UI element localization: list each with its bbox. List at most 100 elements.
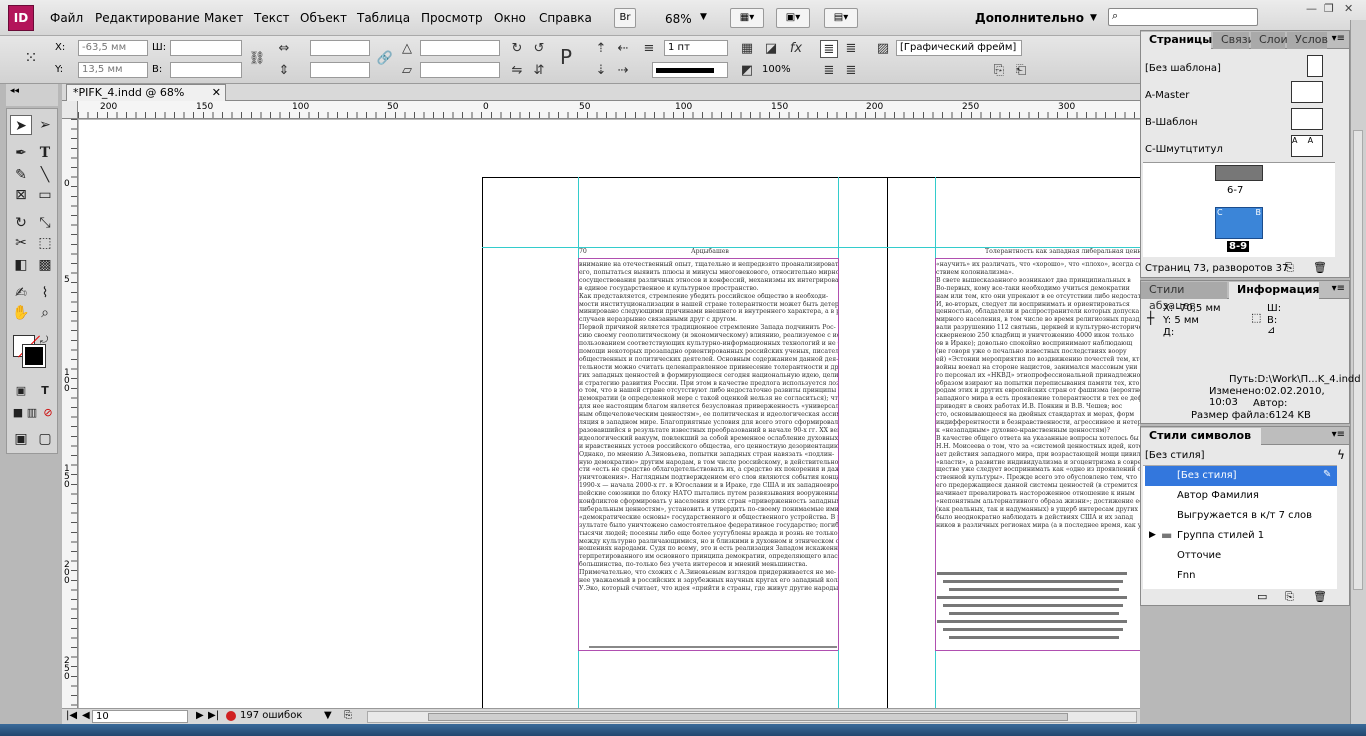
- bridge-button[interactable]: Br: [614, 8, 636, 28]
- screen-mode-icon[interactable]: ▣▾: [776, 8, 810, 28]
- menu-edit[interactable]: Редактирование: [95, 11, 200, 25]
- style-edit-icon[interactable]: ✎: [1323, 469, 1331, 480]
- direct-selection-tool-icon[interactable]: ➢: [34, 115, 56, 135]
- menu-window[interactable]: Окно: [494, 11, 526, 25]
- rotate-cw-icon[interactable]: ↻: [508, 40, 526, 58]
- type-tool-icon[interactable]: T: [34, 143, 56, 163]
- menu-layout[interactable]: Макет: [204, 11, 243, 25]
- horizontal-ruler[interactable]: 200 150 100 50 0 50 100 150 200 250 300: [78, 101, 1140, 119]
- scale-tool-icon[interactable]: ⤡: [34, 213, 56, 233]
- master-a[interactable]: A-Master: [1145, 90, 1189, 101]
- horizontal-scrollbar[interactable]: [367, 711, 1137, 723]
- master-none[interactable]: [Без шаблона]: [1145, 63, 1221, 74]
- rectangle-frame-tool-icon[interactable]: ⊠: [10, 185, 32, 205]
- stroke-type-select[interactable]: [652, 62, 728, 78]
- preflight-errors[interactable]: 197 ошибок: [240, 710, 302, 721]
- stroke-weight-field[interactable]: 1 пт: [664, 40, 728, 56]
- zoom-level[interactable]: 68%: [665, 12, 692, 26]
- tab-conditions[interactable]: Услов: [1287, 32, 1328, 49]
- eyedropper-tool-icon[interactable]: ⌇: [34, 283, 56, 303]
- free-transform-tool-icon[interactable]: ⬚: [34, 233, 56, 253]
- apply-none-icon[interactable]: ⊘: [37, 403, 59, 423]
- rotate-tool-icon[interactable]: ↻: [10, 213, 32, 233]
- tab-character-styles[interactable]: Стили символов: [1141, 428, 1261, 445]
- style-group-1[interactable]: Группа стилей 1: [1145, 526, 1337, 546]
- master-c[interactable]: C-Шмутцтитул: [1145, 144, 1223, 155]
- constrain-scale-icon[interactable]: 🔗: [376, 50, 394, 68]
- workspace-switcher[interactable]: Дополнительно: [975, 11, 1084, 25]
- style-item-author[interactable]: Автор Фамилия: [1145, 486, 1337, 506]
- select-previous-icon[interactable]: ⇠: [614, 40, 632, 58]
- first-page-icon[interactable]: |◀: [66, 710, 77, 721]
- wrap-jump-icon[interactable]: ≣: [842, 62, 860, 80]
- tab-info[interactable]: Информация: [1229, 282, 1320, 299]
- style-item-none[interactable]: [Без стиля]: [1145, 466, 1337, 486]
- gradient-swatch-tool-icon[interactable]: ◧: [10, 255, 32, 275]
- new-style-icon[interactable]: ⎘: [1285, 590, 1294, 604]
- menu-file[interactable]: Файл: [50, 11, 83, 25]
- delete-style-icon[interactable]: 🗑: [1313, 590, 1327, 603]
- last-page-icon[interactable]: ▶|: [208, 710, 219, 721]
- open-file-icon[interactable]: ⎘: [344, 710, 352, 721]
- rectangle-tool-icon[interactable]: ▭: [34, 185, 56, 205]
- text-frame-left[interactable]: внимание на отечественный опыт, тщательн…: [579, 261, 838, 641]
- menu-help[interactable]: Справка: [539, 11, 592, 25]
- preview-view-icon[interactable]: ▢: [34, 429, 56, 449]
- style-item-export[interactable]: Выгружается в к/т 7 слов: [1145, 506, 1337, 526]
- fill-frame-icon[interactable]: ▦: [738, 40, 756, 58]
- select-container-icon[interactable]: ⇡: [592, 40, 610, 58]
- pen-tool-icon[interactable]: ✒: [10, 143, 32, 163]
- gradient-feather-tool-icon[interactable]: ▩: [34, 255, 56, 275]
- style-item-leader[interactable]: Отточие: [1145, 546, 1337, 566]
- view-options-icon[interactable]: ▦▾: [730, 8, 764, 28]
- text-frame-right[interactable]: «научить» их различать, что «хорошо», чт…: [936, 261, 1140, 571]
- select-content-icon[interactable]: ⇣: [592, 62, 610, 80]
- flip-horizontal-icon[interactable]: ⇋: [508, 62, 526, 80]
- page-number-field[interactable]: 10: [92, 710, 188, 723]
- drop-shadow-icon[interactable]: ◪: [762, 40, 780, 58]
- opacity-value[interactable]: 100%: [762, 64, 791, 75]
- document-tab[interactable]: *PIFK_4.indd @ 68% ✕: [66, 84, 226, 101]
- lightning-icon[interactable]: ϟ: [1337, 448, 1345, 462]
- menu-type[interactable]: Текст: [254, 11, 290, 25]
- prev-page-icon[interactable]: ◀: [82, 710, 90, 721]
- spread-thumbnail-selected[interactable]: C B: [1215, 207, 1263, 239]
- ruler-origin[interactable]: [62, 101, 78, 119]
- formatting-text-icon[interactable]: T: [34, 381, 56, 401]
- preflight-menu-icon[interactable]: ▼: [324, 710, 332, 721]
- scroll-thumb[interactable]: [428, 713, 1068, 721]
- swap-colors-icon[interactable]: ⤾: [37, 331, 51, 346]
- vertical-scrollbar[interactable]: [1353, 130, 1363, 590]
- page-thumbnails[interactable]: 6-7 C B 8-9: [1143, 162, 1335, 257]
- next-page-icon[interactable]: ▶: [196, 710, 204, 721]
- x-field[interactable]: -63,5 мм: [78, 40, 148, 56]
- rotate-field[interactable]: [420, 40, 500, 56]
- note-tool-icon[interactable]: ✍: [10, 283, 32, 303]
- line-tool-icon[interactable]: ╲: [34, 165, 56, 185]
- vertical-ruler[interactable]: 0 5 1 0 0 1 5 0 2 0 0 2 5 0: [62, 119, 78, 708]
- arrange-documents-icon[interactable]: ▤▾: [824, 8, 858, 28]
- constrain-proportions-icon[interactable]: ⛓: [248, 50, 266, 68]
- rotate-ccw-icon[interactable]: ↺: [530, 40, 548, 58]
- tab-pages[interactable]: Страницы: [1141, 32, 1212, 49]
- flip-vertical-icon[interactable]: ⇵: [530, 62, 548, 80]
- panel-menu-icon[interactable]: ▾≡: [1332, 33, 1345, 44]
- selection-tool-icon[interactable]: ➤: [10, 115, 32, 135]
- style-item-fnn[interactable]: Fnn: [1145, 566, 1337, 586]
- normal-view-icon[interactable]: ▣: [10, 429, 32, 449]
- clear-overrides-icon[interactable]: ⎘: [990, 62, 1008, 80]
- formatting-container-icon[interactable]: ▣: [10, 381, 32, 401]
- wrap-none-icon[interactable]: ≣: [820, 40, 838, 58]
- redefine-style-icon[interactable]: ⎗: [1012, 62, 1030, 80]
- y-field[interactable]: 13,5 мм: [78, 62, 148, 78]
- object-style-select[interactable]: [Графический фрейм]: [896, 40, 1022, 56]
- shear-field[interactable]: [420, 62, 500, 78]
- master-b[interactable]: B-Шаблон: [1145, 117, 1198, 128]
- reference-point-icon[interactable]: ⁙: [22, 49, 40, 67]
- tab-layers[interactable]: Слои: [1251, 32, 1288, 49]
- new-page-icon[interactable]: ⎘: [1285, 261, 1294, 275]
- stroke-swatch-icon[interactable]: [22, 344, 46, 368]
- close-icon[interactable]: ✕: [1344, 2, 1353, 15]
- expand-triangle-icon[interactable]: ▶: [1149, 530, 1156, 540]
- scale-y-field[interactable]: [310, 62, 370, 78]
